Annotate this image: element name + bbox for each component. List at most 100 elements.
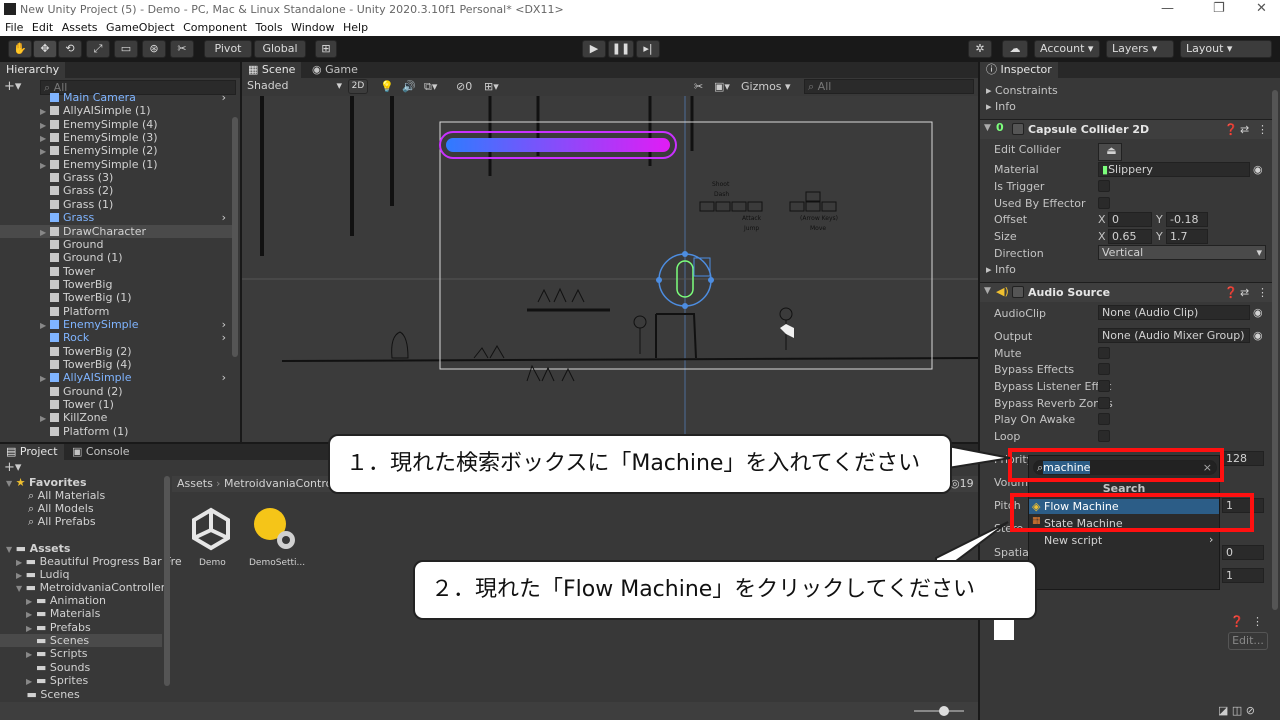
folder-item[interactable]: ▬ Sounds — [0, 661, 162, 674]
help-icon[interactable]: ❓ — [1224, 286, 1238, 299]
object-picker-icon[interactable]: ◉ — [1253, 163, 1263, 176]
effects-icon[interactable]: ⧉▾ — [424, 80, 437, 94]
hierarchy-item[interactable]: Main Camera › — [40, 91, 232, 104]
constraints-foldout[interactable]: ▸ Constraints — [986, 84, 1058, 97]
hierarchy-item[interactable]: TowerBig — [40, 278, 232, 291]
folder-item[interactable]: ▬ Scenes — [0, 633, 162, 647]
favorite-item[interactable]: ⌕ All Prefabs — [28, 515, 96, 528]
camera-icon[interactable]: ▣▾ — [714, 80, 730, 93]
menu-assets[interactable]: Assets — [57, 20, 98, 36]
expand-arrow-icon[interactable]: ▶ — [40, 412, 50, 425]
expand-arrow-icon[interactable]: ▶ — [40, 372, 50, 385]
inspector-scrollbar[interactable] — [1272, 90, 1278, 610]
hierarchy-item[interactable]: ▶ EnemySimple (1) — [40, 158, 232, 171]
hierarchy-item[interactable]: Tower — [40, 265, 232, 278]
preset-icon[interactable]: ⇄ — [1240, 286, 1249, 299]
menu-gameobject[interactable]: GameObject — [101, 20, 175, 36]
tab-game[interactable]: ◉ Game — [306, 62, 364, 78]
hierarchy-item[interactable]: TowerBig (2) — [40, 345, 232, 358]
hierarchy-item[interactable]: Ground — [40, 238, 232, 251]
expand-arrow-icon[interactable]: ▶ — [40, 145, 50, 158]
project-add-icon[interactable]: +▾ — [4, 460, 21, 475]
hierarchy-item[interactable]: ▶ EnemySimple › — [40, 318, 232, 331]
pivot-toggle[interactable]: Pivot — [204, 40, 252, 58]
layout-dropdown[interactable]: Layout ▾ — [1180, 40, 1272, 58]
folder-item[interactable]: ▶ ▬ Sprites — [0, 674, 162, 687]
loop-checkbox[interactable] — [1098, 430, 1110, 442]
step-button[interactable]: ▸| — [636, 40, 660, 58]
edit-button[interactable]: Edit... — [1228, 632, 1268, 650]
preset-icon[interactable]: ⇄ — [1240, 123, 1249, 136]
enabled-checkbox[interactable] — [1012, 286, 1024, 298]
hierarchy-item[interactable]: ▶ DrawCharacter — [0, 224, 232, 239]
chevron-right-icon[interactable]: › — [222, 211, 226, 224]
is-trigger-checkbox[interactable] — [1098, 180, 1110, 192]
expand-arrow-icon[interactable]: ▶ — [40, 319, 50, 332]
transform-tool-icon[interactable]: ⊛ — [142, 40, 166, 58]
layers-dropdown[interactable]: Layers ▾ — [1106, 40, 1174, 58]
chevron-right-icon[interactable]: › — [222, 318, 226, 331]
menu-file[interactable]: File — [0, 20, 23, 36]
folder-item[interactable]: ▬ Scenes — [16, 688, 80, 701]
hierarchy-item[interactable]: Platform (1) — [40, 425, 232, 438]
bypass-reverb-checkbox[interactable] — [1098, 397, 1110, 409]
help-icon[interactable]: ❓ — [1224, 123, 1238, 136]
visibility-icon[interactable]: ⊘0 — [456, 80, 472, 93]
grid-icon[interactable]: ⊞▾ — [484, 80, 499, 93]
audio-source-header[interactable]: ▼ ◀) Audio Source ❓ ⇄ ⋮ — [980, 282, 1272, 302]
result-new-script[interactable]: New script › — [1029, 533, 1219, 547]
folder-item[interactable]: ▶ ▬ Scripts — [0, 647, 162, 660]
object-picker-icon[interactable]: ◉ — [1253, 306, 1263, 319]
hierarchy-item[interactable]: ▶ AllyAISimple (1) — [40, 104, 232, 117]
project-tree-scrollbar[interactable] — [164, 476, 170, 686]
hierarchy-item[interactable]: Rock › — [40, 331, 232, 344]
hand-tool-icon[interactable]: ✋ — [8, 40, 32, 58]
add-icon[interactable]: +▾ — [4, 79, 21, 94]
expand-arrow-icon[interactable]: ▶ — [40, 159, 50, 172]
hierarchy-item[interactable]: Grass › — [40, 211, 232, 224]
offset-y-field[interactable]: -0.18 — [1166, 212, 1208, 227]
folder-item[interactable]: ▶ ▬ Beautiful Progress Bar Fre — [16, 555, 182, 568]
hierarchy-item[interactable]: ▶ AllyAISimple › — [40, 371, 232, 384]
expand-arrow-icon[interactable]: ▶ — [40, 105, 50, 118]
cloud-icon[interactable]: ☁ — [1002, 40, 1028, 58]
folder-item[interactable]: ▶ ▬ Ludiq — [16, 568, 70, 581]
used-by-effector-checkbox[interactable] — [1098, 197, 1110, 209]
hierarchy-item[interactable]: Grass (1) — [40, 198, 232, 211]
enabled-checkbox[interactable] — [1012, 123, 1024, 135]
folder-item[interactable]: ▼ ▬ MetroidvaniaController — [16, 581, 165, 594]
expand-arrow-icon[interactable]: ▶ — [40, 132, 50, 145]
tools-icon[interactable]: ✂ — [694, 80, 703, 93]
hierarchy-scrollbar[interactable] — [232, 117, 238, 357]
audio-toggle-icon[interactable]: 🔊 — [402, 80, 416, 93]
menu-component[interactable]: Component — [178, 20, 247, 36]
tab-scene[interactable]: ▦ Scene — [242, 62, 302, 78]
tab-project[interactable]: ▤ Project — [0, 444, 64, 460]
hierarchy-item[interactable]: Grass (3) — [40, 171, 232, 184]
expand-arrow-icon[interactable]: ▶ — [40, 226, 50, 239]
hierarchy-item[interactable]: Platform — [40, 305, 232, 318]
scene-viewport[interactable]: Shoot Dash Attack Jump (Arrow Keys) Move — [242, 96, 978, 442]
zoom-slider-thumb[interactable] — [939, 706, 949, 716]
spatial-field[interactable]: 0 — [1222, 545, 1264, 560]
size-x-field[interactable]: 0.65 — [1108, 229, 1152, 244]
rect-tool-icon[interactable]: ▭ — [114, 40, 138, 58]
menu-tools[interactable]: Tools — [251, 20, 283, 36]
tab-console[interactable]: ▣ Console — [66, 444, 136, 460]
snap-icon[interactable]: ⊞ — [315, 40, 337, 58]
menu-window[interactable]: Window — [286, 20, 334, 36]
account-dropdown[interactable]: Account ▾ — [1034, 40, 1100, 58]
chevron-right-icon[interactable]: › — [222, 331, 226, 344]
hierarchy-item[interactable]: ▶ KillZone — [40, 411, 232, 424]
shading-dropdown[interactable]: Shaded ▾ — [244, 79, 344, 94]
help-icon[interactable]: ❓ — [1230, 615, 1244, 628]
chevron-right-icon[interactable]: › — [222, 91, 226, 104]
hierarchy-item[interactable]: ▶ EnemySimple (4) — [40, 118, 232, 131]
hierarchy-item[interactable]: ▶ EnemySimple (3) — [40, 131, 232, 144]
chevron-right-icon[interactable]: › — [222, 371, 226, 384]
global-toggle[interactable]: Global — [254, 40, 306, 58]
lighting-icon[interactable]: 💡 — [380, 80, 394, 93]
material-field[interactable]: ▮Slippery — [1098, 162, 1250, 177]
hierarchy-item[interactable]: Ground (1) — [40, 251, 232, 264]
menu-icon[interactable]: ⋮ — [1252, 615, 1263, 628]
